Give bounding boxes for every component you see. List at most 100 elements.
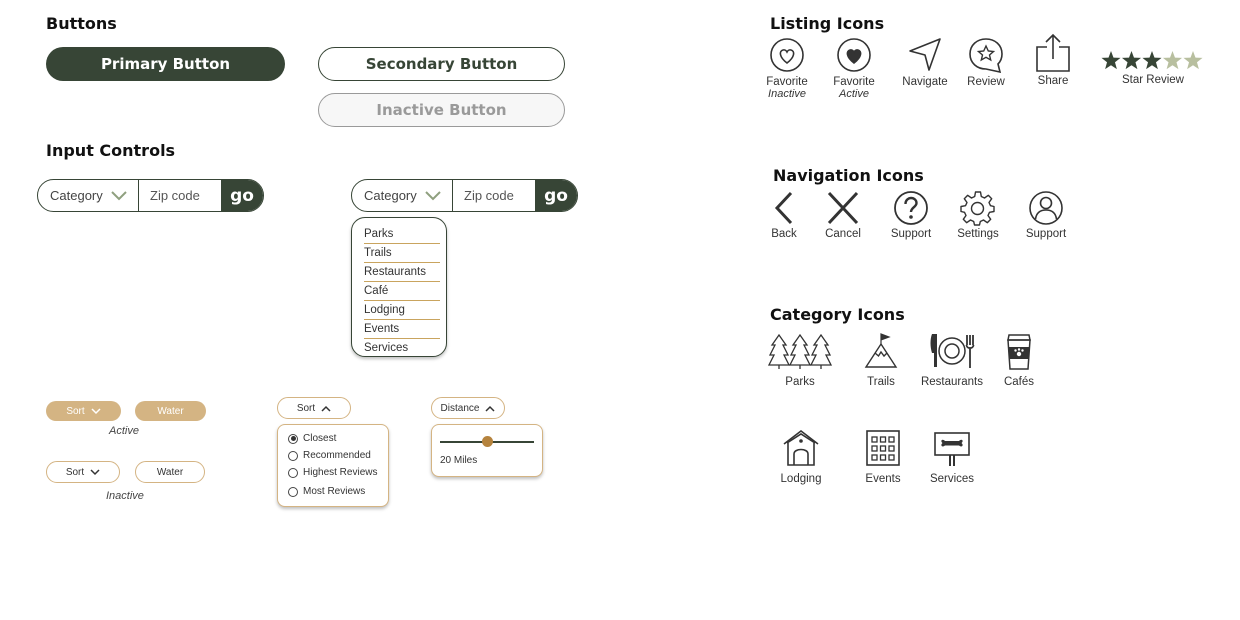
star-review-label: Star Review [1122, 74, 1184, 86]
chevron-up-icon [321, 405, 331, 412]
events-item[interactable]: Events [859, 429, 907, 485]
buttons-heading: Buttons [46, 14, 117, 33]
category-label: Category [50, 188, 103, 203]
primary-button[interactable]: Primary Button [46, 47, 285, 81]
lodging-item[interactable]: Lodging [771, 429, 831, 485]
favorite-inactive-item[interactable]: Favorite Inactive [763, 37, 811, 100]
distance-chip[interactable]: Distance [431, 397, 505, 419]
coffee-cup-icon [1007, 334, 1031, 370]
star-filled-icon [1121, 51, 1142, 70]
radio-selected[interactable] [288, 433, 298, 444]
sort-option[interactable]: Most Reviews [288, 483, 388, 500]
question-circle-icon [894, 191, 928, 225]
support-question-label: Support [890, 228, 932, 240]
cafes-item[interactable]: Cafés [996, 333, 1042, 388]
favorite-active-item[interactable]: Favorite Active [830, 37, 878, 100]
go-button[interactable]: go [535, 180, 577, 211]
chevron-down-icon [91, 407, 101, 414]
star-filled-icon [1142, 51, 1162, 70]
zip-code-input[interactable]: Zip code [139, 180, 221, 211]
trees-icon [768, 333, 832, 369]
dropdown-option[interactable]: Restaurants [364, 264, 440, 282]
restaurants-item[interactable]: Restaurants [916, 333, 988, 388]
events-label: Events [865, 473, 901, 485]
chevron-up-icon [485, 405, 495, 412]
calendar-icon [866, 430, 900, 466]
water-chip-active[interactable]: Water [135, 401, 206, 421]
review-bubble-star-icon [969, 38, 1003, 73]
support-question-item[interactable]: Support [885, 190, 937, 240]
navigate-item[interactable]: Navigate [899, 37, 951, 88]
secondary-button[interactable]: Secondary Button [318, 47, 565, 81]
sort-chip-label: Sort [66, 405, 85, 417]
sort-option-label: Recommended [303, 450, 371, 461]
sort-option[interactable]: Highest Reviews [288, 464, 388, 481]
dropdown-option[interactable]: Events [364, 321, 440, 339]
cancel-label: Cancel [825, 228, 861, 240]
chevron-down-icon [90, 468, 100, 475]
category-label: Category [364, 188, 417, 203]
category-dropdown: Parks Trails Restaurants Café Lodging Ev… [351, 217, 447, 357]
review-label: Review [967, 76, 1005, 88]
mountain-flag-icon [864, 333, 898, 368]
settings-label: Settings [957, 228, 999, 240]
go-button[interactable]: go [221, 180, 263, 211]
radio[interactable] [288, 486, 298, 497]
slider-handle[interactable] [481, 436, 493, 447]
category-select[interactable]: Category [352, 180, 453, 211]
back-chevron-icon [774, 191, 793, 225]
settings-item[interactable]: Settings [954, 190, 1002, 240]
navigate-label: Navigate [902, 76, 948, 88]
sort-option[interactable]: Closest [288, 430, 388, 447]
review-item[interactable]: Review [962, 37, 1010, 88]
share-item[interactable]: Share [1029, 33, 1077, 87]
support-person-item[interactable]: Support [1020, 190, 1072, 240]
dropdown-option[interactable]: Trails [364, 245, 440, 263]
back-label: Back [771, 228, 797, 240]
dropdown-option[interactable]: Lodging [364, 302, 440, 320]
zip-code-input[interactable]: Zip code [453, 180, 535, 211]
inactive-button: Inactive Button [318, 93, 565, 127]
sort-option[interactable]: Recommended [288, 447, 388, 464]
inactive-caption: Inactive [106, 490, 144, 502]
listing-icons-heading: Listing Icons [770, 14, 885, 33]
chevron-down-icon [111, 190, 127, 200]
parks-label: Parks [785, 376, 815, 388]
gear-icon [960, 191, 995, 226]
distance-value: 20 Miles [440, 455, 478, 466]
sort-chip-active[interactable]: Sort [46, 401, 121, 421]
lodging-label: Lodging [780, 473, 822, 485]
dropdown-option[interactable]: Parks [364, 226, 440, 244]
dropdown-option[interactable]: Café [364, 283, 440, 301]
category-icons-heading: Category Icons [770, 305, 905, 324]
dog-house-icon [783, 429, 819, 466]
sort-option-label: Most Reviews [303, 486, 366, 497]
parks-item[interactable]: Parks [765, 333, 835, 388]
navigate-arrow-icon [909, 38, 941, 71]
star-empty-icon [1183, 51, 1203, 70]
radio[interactable] [288, 467, 298, 478]
share-icon [1036, 33, 1070, 72]
navigation-icons-heading: Navigation Icons [773, 166, 924, 185]
water-chip-inactive[interactable]: Water [135, 461, 205, 483]
search-bar: Category Zip code go [37, 179, 264, 212]
sort-chip-inactive[interactable]: Sort [46, 461, 120, 483]
trails-item[interactable]: Trails [857, 333, 905, 388]
active-caption: Active [109, 425, 139, 437]
trails-label: Trails [867, 376, 895, 388]
services-item[interactable]: Services [924, 429, 980, 485]
cancel-item[interactable]: Cancel [820, 190, 866, 240]
input-controls-heading: Input Controls [46, 141, 176, 160]
dropdown-option[interactable]: Services [364, 340, 440, 357]
radio[interactable] [288, 450, 298, 461]
sort-options-panel: Closest Recommended Highest Reviews Most… [277, 424, 389, 507]
support-person-label: Support [1025, 228, 1067, 240]
plate-utensils-icon [930, 334, 975, 368]
heart-outline-icon [770, 38, 804, 72]
sort-option-label: Closest [303, 433, 337, 444]
search-bar-open: Category Zip code go [351, 179, 578, 212]
user-circle-icon [1029, 191, 1063, 225]
sort-chip-open[interactable]: Sort [277, 397, 351, 419]
back-item[interactable]: Back [764, 190, 804, 240]
category-select[interactable]: Category [38, 180, 139, 211]
